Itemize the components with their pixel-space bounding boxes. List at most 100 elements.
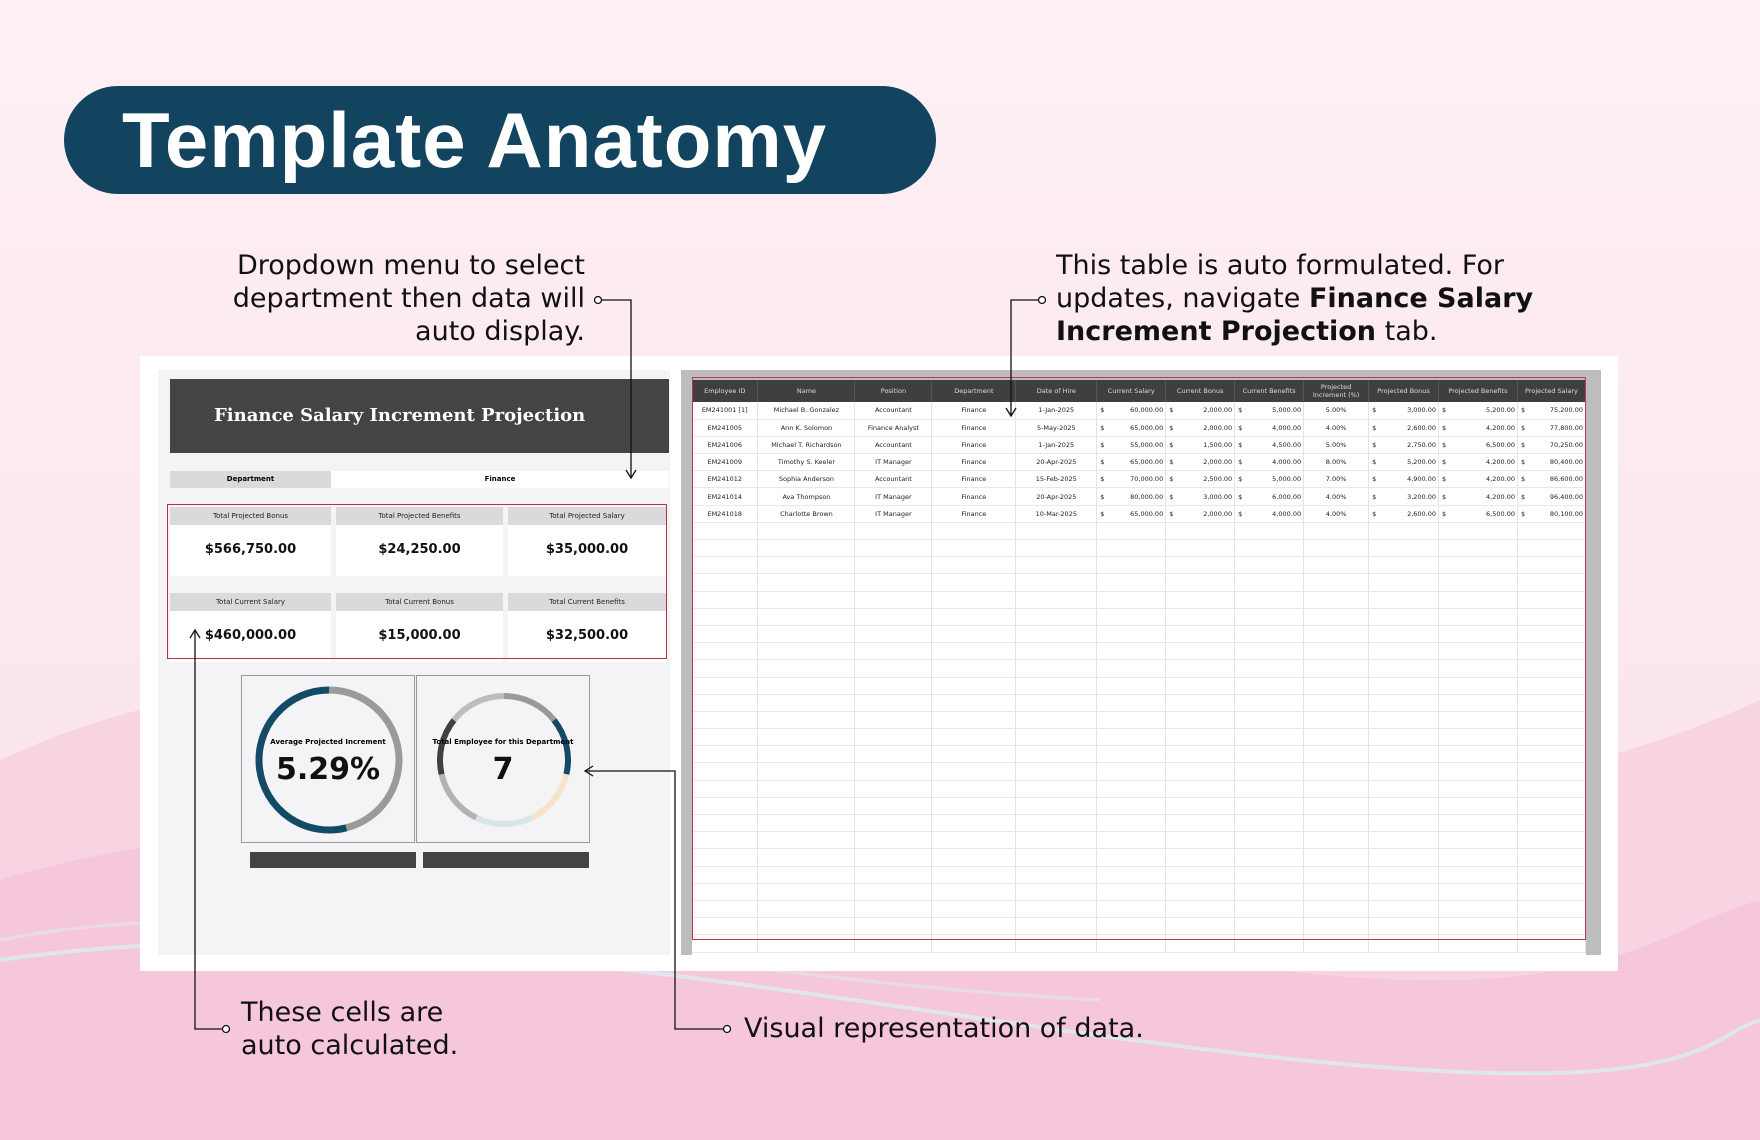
table-cell[interactable]: $96,400.00 [1517, 487, 1586, 506]
table-cell[interactable] [1015, 917, 1098, 936]
table-cell[interactable] [1368, 745, 1440, 764]
table-cell[interactable] [1438, 866, 1518, 884]
table-cell[interactable]: EM241005 [692, 419, 759, 437]
table-cell[interactable] [1165, 900, 1236, 919]
table-cell[interactable] [854, 917, 933, 936]
table-cell[interactable] [1303, 573, 1370, 592]
table-cell[interactable] [1303, 866, 1370, 884]
table-cell[interactable] [692, 556, 759, 575]
table-cell[interactable] [1303, 591, 1370, 609]
table-cell[interactable] [692, 883, 759, 901]
table-cell[interactable]: Michael B. Gonzalez [757, 402, 856, 420]
table-cell[interactable] [931, 522, 1017, 541]
table-cell[interactable]: EM241001 [1] [692, 402, 759, 420]
table-cell[interactable] [1096, 780, 1167, 798]
table-cell[interactable] [692, 728, 759, 747]
table-cell[interactable] [1096, 831, 1167, 850]
table-cell[interactable]: Accountant [854, 402, 933, 420]
table-cell[interactable] [1517, 934, 1586, 953]
table-cell[interactable] [1517, 711, 1586, 730]
table-cell[interactable] [1234, 866, 1305, 884]
table-cell[interactable] [1165, 625, 1236, 644]
table-cell[interactable] [854, 883, 933, 901]
table-cell[interactable] [854, 780, 933, 798]
table-cell[interactable] [1368, 608, 1440, 626]
table-cell[interactable] [1234, 883, 1305, 901]
table-cell[interactable] [1015, 848, 1098, 867]
table-cell[interactable] [1165, 831, 1236, 850]
table-cell[interactable] [1303, 780, 1370, 798]
table-cell[interactable] [692, 625, 759, 644]
table-cell[interactable] [1165, 797, 1236, 816]
table-cell[interactable] [757, 900, 856, 919]
table-cell[interactable] [1517, 556, 1586, 575]
table-cell[interactable] [1096, 642, 1167, 661]
table-cell[interactable] [757, 917, 856, 936]
table-cell[interactable] [1015, 866, 1098, 884]
table-cell[interactable] [1517, 883, 1586, 901]
table-cell[interactable] [1165, 711, 1236, 730]
table-cell[interactable] [1303, 642, 1370, 661]
table-cell[interactable] [1368, 797, 1440, 816]
table-cell[interactable] [1368, 900, 1440, 919]
table-cell[interactable] [854, 900, 933, 919]
table-cell[interactable] [1234, 642, 1305, 661]
table-cell[interactable] [1368, 591, 1440, 609]
table-cell[interactable] [1303, 522, 1370, 541]
table-cell[interactable] [854, 677, 933, 695]
table-cell[interactable] [1438, 677, 1518, 695]
table-cell[interactable] [757, 573, 856, 592]
table-cell[interactable] [1234, 745, 1305, 764]
table-cell[interactable] [1368, 934, 1440, 953]
table-cell[interactable] [757, 677, 856, 695]
table-cell[interactable] [1234, 797, 1305, 816]
table-cell[interactable] [1438, 608, 1518, 626]
table-cell[interactable] [757, 831, 856, 850]
table-cell[interactable]: $6,000.00 [1234, 487, 1305, 506]
table-cell[interactable] [1517, 573, 1586, 592]
table-cell[interactable] [1165, 642, 1236, 661]
table-cell[interactable] [854, 848, 933, 867]
table-cell[interactable] [1165, 677, 1236, 695]
table-cell[interactable]: Accountant [854, 436, 933, 455]
table-cell[interactable]: Finance Analyst [854, 419, 933, 437]
table-cell[interactable] [1368, 573, 1440, 592]
table-cell[interactable]: IT Manager [854, 487, 933, 506]
table-cell[interactable] [1438, 797, 1518, 816]
table-cell[interactable]: $5,000.00 [1234, 470, 1305, 489]
table-cell[interactable]: $80,000.00 [1096, 487, 1167, 506]
table-cell[interactable] [1165, 934, 1236, 953]
table-cell[interactable] [1517, 659, 1586, 678]
table-cell[interactable] [931, 745, 1017, 764]
table-cell[interactable] [692, 642, 759, 661]
table-cell[interactable] [854, 934, 933, 953]
table-cell[interactable]: IT Manager [854, 453, 933, 472]
table-cell[interactable]: Finance [931, 436, 1017, 455]
table-cell[interactable] [1234, 522, 1305, 541]
table-cell[interactable] [1368, 780, 1440, 798]
table-cell[interactable] [1096, 522, 1167, 541]
table-cell[interactable] [931, 694, 1017, 712]
table-cell[interactable] [757, 556, 856, 575]
table-cell[interactable] [1303, 625, 1370, 644]
table-cell[interactable] [931, 625, 1017, 644]
table-cell[interactable] [1234, 917, 1305, 936]
table-cell[interactable]: 4.00% [1303, 505, 1370, 523]
table-cell[interactable] [1096, 866, 1167, 884]
table-cell[interactable] [1015, 694, 1098, 712]
table-cell[interactable]: $2,600.00 [1368, 419, 1440, 437]
table-cell[interactable] [1368, 711, 1440, 730]
table-cell[interactable] [757, 591, 856, 609]
table-cell[interactable] [1096, 625, 1167, 644]
table-cell[interactable] [1096, 745, 1167, 764]
table-cell[interactable] [1015, 883, 1098, 901]
table-cell[interactable]: EM241012 [692, 470, 759, 489]
table-cell[interactable] [854, 625, 933, 644]
table-cell[interactable] [854, 642, 933, 661]
table-cell[interactable]: EM241018 [692, 505, 759, 523]
table-cell[interactable] [1438, 900, 1518, 919]
table-cell[interactable] [854, 608, 933, 626]
table-cell[interactable] [1517, 745, 1586, 764]
table-cell[interactable]: $3,000.00 [1368, 402, 1440, 420]
table-cell[interactable] [1517, 780, 1586, 798]
